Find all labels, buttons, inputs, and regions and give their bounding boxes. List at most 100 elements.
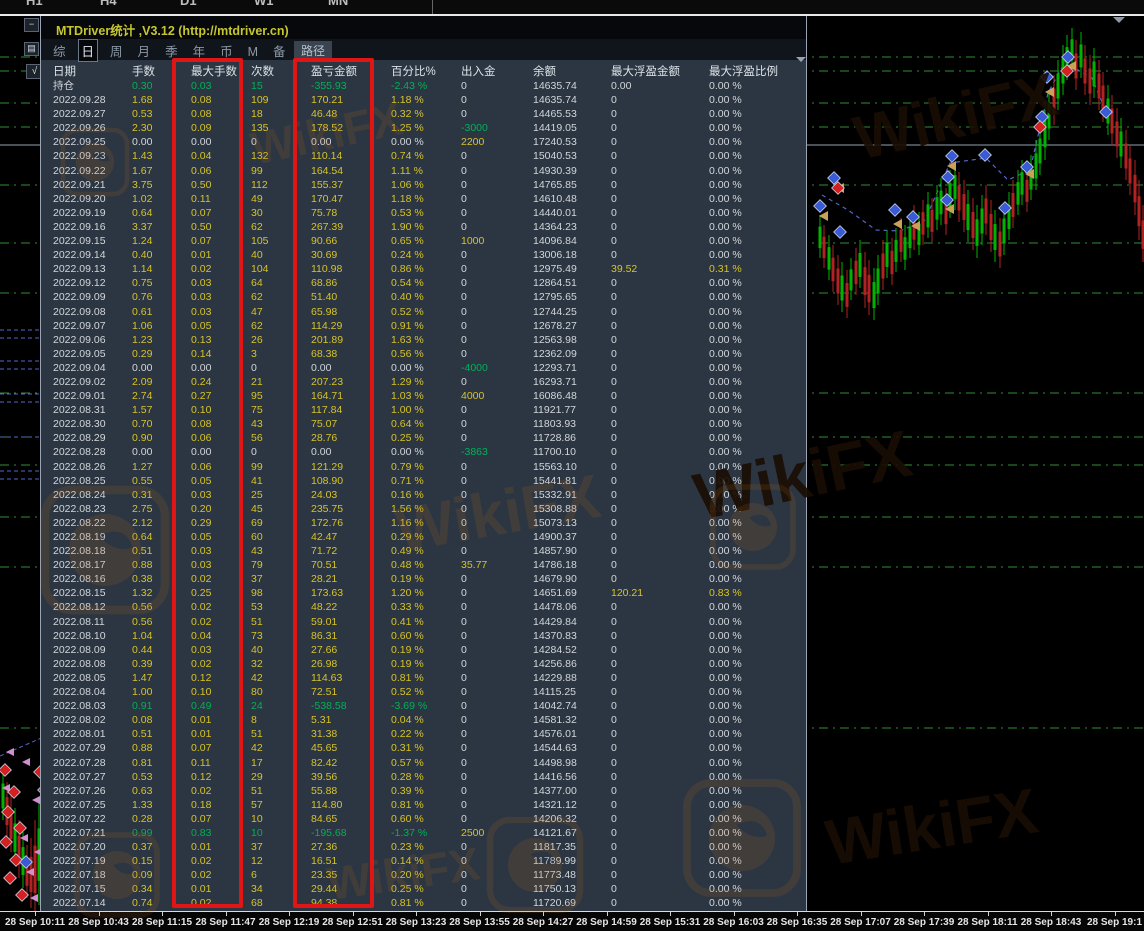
timeframe-h1-button[interactable]: H1	[26, 0, 43, 8]
table-row[interactable]: 2022.09.140.400.014030.690.24 %013006.18…	[53, 248, 801, 262]
table-cell: 0	[611, 403, 709, 417]
table-row[interactable]: 2022.08.240.310.032524.030.16 %015332.91…	[53, 488, 801, 502]
table-row[interactable]: 2022.07.290.880.074245.650.31 %014544.63…	[53, 741, 801, 755]
chart-dropdown-caret-icon[interactable]	[1113, 17, 1125, 23]
panel-minimize-button[interactable]: −	[24, 18, 39, 32]
table-row[interactable]: 2022.09.231.430.04132110.140.74 %015040.…	[53, 149, 801, 163]
table-cell: 14042.74	[533, 699, 611, 713]
tab-周[interactable]: 周	[107, 40, 126, 61]
indicator-icon[interactable]: ▤	[24, 42, 39, 56]
table-row[interactable]: 2022.07.220.280.071084.650.60 %014206.32…	[53, 812, 801, 826]
table-row[interactable]: 2022.08.151.320.2598173.631.20 %014651.6…	[53, 586, 801, 600]
table-row[interactable]: 2022.09.040.000.0000.000.00 %-400012293.…	[53, 361, 801, 375]
table-row[interactable]: 2022.08.232.750.2045235.751.56 %015308.8…	[53, 502, 801, 516]
table-row[interactable]: 2022.09.080.610.034765.980.52 %012744.25…	[53, 305, 801, 319]
table-row[interactable]: 2022.08.090.440.034027.660.19 %014284.52…	[53, 643, 801, 657]
table-row[interactable]: 2022.08.290.900.065628.760.25 %011728.86…	[53, 431, 801, 445]
table-row[interactable]: 2022.09.250.000.0000.000.00 %220017240.5…	[53, 135, 801, 149]
table-cell: 0	[461, 685, 533, 699]
table-row[interactable]: 2022.09.201.020.1149170.471.18 %014610.4…	[53, 192, 801, 206]
table-row[interactable]: 2022.08.190.640.056042.470.29 %014900.37…	[53, 530, 801, 544]
table-row[interactable]: 2022.09.012.740.2795164.711.03 %40001608…	[53, 389, 801, 403]
table-row[interactable]: 2022.07.280.810.111782.420.57 %014498.98…	[53, 756, 801, 770]
table-row[interactable]: 2022.08.041.000.108072.510.52 %014115.25…	[53, 685, 801, 699]
table-row[interactable]: 2022.09.090.760.036251.400.40 %012795.65…	[53, 290, 801, 304]
tab-备[interactable]: 备	[270, 40, 289, 61]
table-row[interactable]: 2022.09.022.090.2421207.231.29 %016293.7…	[53, 375, 801, 389]
table-row[interactable]: 2022.08.222.120.2969172.761.16 %015073.1…	[53, 516, 801, 530]
table-row[interactable]: 2022.07.140.740.026894.380.81 %011720.69…	[53, 896, 801, 910]
table-row[interactable]: 2022.08.280.000.0000.000.00 %-386311700.…	[53, 445, 801, 459]
table-row[interactable]: 2022.08.250.550.0541108.900.71 %015441.8…	[53, 474, 801, 488]
table-cell: 0.00 %	[709, 657, 789, 671]
table-cell: 0	[461, 896, 533, 910]
tab-日[interactable]: 日	[78, 39, 99, 62]
table-row[interactable]: 2022.09.120.750.036468.860.54 %012864.51…	[53, 276, 801, 290]
table-row[interactable]: 持仓0.300.0315-355.93-2.43 %014635.740.000…	[53, 79, 801, 93]
table-row[interactable]: 2022.08.261.270.0699121.290.79 %015563.1…	[53, 460, 801, 474]
table-cell: 0	[611, 600, 709, 614]
table-row[interactable]: 2022.08.180.510.034371.720.49 %014857.90…	[53, 544, 801, 558]
table-row[interactable]: 2022.08.101.040.047386.310.60 %014370.83…	[53, 629, 801, 643]
axis-tick	[988, 912, 989, 916]
table-row[interactable]: 2022.09.270.530.081846.480.32 %014465.53…	[53, 107, 801, 121]
table-row[interactable]: 2022.09.071.060.0562114.290.91 %012678.2…	[53, 319, 801, 333]
table-row[interactable]: 2022.09.163.370.5062267.391.90 %014364.2…	[53, 220, 801, 234]
table-row[interactable]: 2022.07.190.150.021216.510.14 %011789.99…	[53, 854, 801, 868]
table-row[interactable]: 2022.07.150.340.013429.440.25 %011750.13…	[53, 882, 801, 896]
table-cell: 0	[461, 770, 533, 784]
panel-title-bar[interactable]: MTDriver统计 ,V3.12 (http://mtdriver.cn)	[41, 16, 806, 39]
toolbar-separator	[432, 0, 433, 14]
table-cell: 0.00 %	[709, 488, 789, 502]
table-row[interactable]: 2022.08.051.470.1242114.630.81 %014229.8…	[53, 671, 801, 685]
table-row[interactable]: 2022.09.262.300.09135178.521.25 %-300014…	[53, 121, 801, 135]
table-row[interactable]: 2022.07.210.990.8310-195.68-1.37 %250014…	[53, 826, 801, 840]
table-row[interactable]: 2022.08.080.390.023226.980.19 %014256.86…	[53, 657, 801, 671]
table-row[interactable]: 2022.07.200.370.013727.360.23 %011817.35…	[53, 840, 801, 854]
table-row[interactable]: 2022.08.120.560.025348.220.33 %014478.06…	[53, 600, 801, 614]
timeframe-h4-button[interactable]: H4	[100, 0, 117, 8]
table-cell: 0	[611, 713, 709, 727]
table-row[interactable]: 2022.08.160.380.023728.210.19 %014679.90…	[53, 572, 801, 586]
axis-label: 28 Sep 16:35	[767, 917, 828, 928]
timeframe-mn-button[interactable]: MN	[328, 0, 348, 8]
panel-caret-icon[interactable]	[796, 57, 806, 62]
table-row[interactable]: 2022.09.131.140.02104110.980.86 %012975.…	[53, 262, 801, 276]
timeframe-w1-button[interactable]: W1	[254, 0, 274, 8]
table-row[interactable]: 2022.09.221.670.0699164.541.11 %014930.3…	[53, 164, 801, 178]
table-row[interactable]: 2022.09.281.680.08109170.211.18 %014635.…	[53, 93, 801, 107]
time-axis[interactable]: 28 Sep 10:1128 Sep 10:4328 Sep 11:1528 S…	[0, 911, 1144, 931]
table-cell: 0.00 %	[709, 445, 789, 459]
table-row[interactable]: 2022.09.151.240.0710590.660.65 %10001409…	[53, 234, 801, 248]
table-row[interactable]: 2022.07.270.530.122939.560.28 %014416.56…	[53, 770, 801, 784]
table-cell: 14765.85	[533, 178, 611, 192]
table-row[interactable]: 2022.07.180.090.02623.350.20 %011773.480…	[53, 868, 801, 882]
table-header: 日期手数最大手数次数盈亏金额百分比%出入金余额最大浮盈金额最大浮盈比例	[53, 62, 789, 79]
tab-M[interactable]: M	[245, 44, 261, 60]
table-cell: 0	[461, 741, 533, 755]
table-row[interactable]: 2022.08.110.560.025159.010.41 %014429.84…	[53, 615, 801, 629]
table-cell: 2022.08.03	[53, 699, 132, 713]
table-row[interactable]: 2022.09.061.230.1326201.891.63 %012563.9…	[53, 333, 801, 347]
table-row[interactable]: 2022.07.260.630.025155.880.39 %014377.00…	[53, 784, 801, 798]
timeframe-d1-button[interactable]: D1	[180, 0, 197, 8]
table-cell: 0	[611, 572, 709, 586]
table-cell: 0.52 %	[391, 305, 461, 319]
table-row[interactable]: 2022.09.050.290.14368.380.56 %012362.090…	[53, 347, 801, 361]
axis-label: 28 Sep 10:11	[5, 917, 65, 928]
table-cell: 1000	[461, 234, 533, 248]
table-row[interactable]: 2022.08.300.700.084375.070.64 %011803.93…	[53, 417, 801, 431]
table-row[interactable]: 2022.07.251.330.1857114.800.81 %014321.1…	[53, 798, 801, 812]
table-row[interactable]: 2022.09.213.750.50112155.371.06 %014765.…	[53, 178, 801, 192]
table-row[interactable]: 2022.08.030.910.4924-538.58-3.69 %014042…	[53, 699, 801, 713]
tab-月[interactable]: 月	[135, 40, 154, 61]
table-row[interactable]: 2022.08.010.510.015131.380.22 %014576.01…	[53, 727, 801, 741]
table-cell: 0.23 %	[391, 840, 461, 854]
table-row[interactable]: 2022.08.311.570.1075117.841.00 %011921.7…	[53, 403, 801, 417]
table-row[interactable]: 2022.08.170.880.037970.510.48 %35.771478…	[53, 558, 801, 572]
tab-综[interactable]: 综	[50, 40, 69, 61]
table-cell: 0	[461, 784, 533, 798]
table-row[interactable]: 2022.09.190.640.073075.780.53 %014440.01…	[53, 206, 801, 220]
table-row[interactable]: 2022.08.020.080.0185.310.04 %014581.3200…	[53, 713, 801, 727]
table-cell: 0	[611, 375, 709, 389]
